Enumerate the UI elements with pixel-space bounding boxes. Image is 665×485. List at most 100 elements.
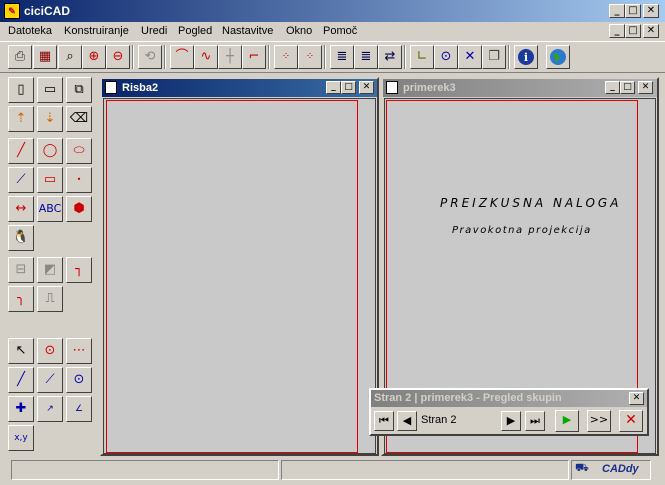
toolbar-separator	[164, 45, 166, 69]
toolbar-separator	[268, 45, 270, 69]
text-tool-icon[interactable]: ABC	[37, 196, 63, 222]
folder-up-icon[interactable]: ⇡	[8, 106, 34, 132]
menu-konstruiranje[interactable]: Konstruiranje	[64, 25, 129, 37]
minimize-button[interactable]: _	[326, 81, 341, 94]
menu-pomoc[interactable]: Pomoč	[323, 25, 357, 37]
status-bar: ⛟ CADdy	[0, 458, 665, 485]
globe-icon[interactable]	[546, 45, 570, 69]
info-icon[interactable]: i	[514, 45, 538, 69]
menu-bar: Datoteka Konstruiranje Uredi Pogled Nast…	[0, 22, 665, 41]
maximize-button[interactable]: □	[625, 4, 641, 18]
document-icon	[386, 81, 398, 94]
window-title-bar[interactable]: Risba2 _ □ ✕	[102, 79, 377, 97]
close-button[interactable]: ✕	[359, 81, 374, 94]
circle-snap-icon[interactable]: ⊙	[66, 367, 92, 393]
hatch-tool-icon[interactable]: ⬢	[66, 196, 92, 222]
polar-icon[interactable]: ∠	[66, 396, 92, 422]
ellipse-tool-icon[interactable]: ⬭	[66, 138, 92, 164]
dimension-tool-icon[interactable]: ↔	[8, 196, 34, 222]
copy-view-icon[interactable]: ❐	[482, 45, 506, 69]
menu-okno[interactable]: Okno	[286, 25, 312, 37]
close-x-icon[interactable]: ✕	[619, 410, 643, 432]
circle-tool-icon[interactable]: ◯	[37, 138, 63, 164]
menu-pogled[interactable]: Pogled	[178, 25, 212, 37]
intersection-icon[interactable]: ✚	[8, 396, 34, 422]
main-toolbar: ⎙ ▦ ⌕ ⊕ ⊖ ⟲ ⌒ ∿ ┼ ⌐ ⁘ ⁘ ≣ ≣ ⇄ ∟ ⊙ ✕ ❐ i	[0, 41, 665, 73]
open-window-icon[interactable]: ▭	[37, 77, 63, 103]
ortho-icon[interactable]: ∟	[410, 45, 434, 69]
fillet-icon[interactable]: ╮	[8, 286, 34, 312]
layer-icon[interactable]: ≣	[330, 45, 354, 69]
mdi-restore-button[interactable]: □	[625, 24, 641, 38]
point-query-icon[interactable]: ⁘	[298, 45, 322, 69]
print-preview-icon[interactable]: ⎙	[8, 45, 32, 69]
layer-swap-icon[interactable]: ⇄	[378, 45, 402, 69]
grid-icon[interactable]: ┼	[218, 45, 242, 69]
cross-snap-icon[interactable]: ✕	[458, 45, 482, 69]
maximize-button[interactable]: □	[620, 81, 635, 94]
drawing-canvas[interactable]	[103, 98, 376, 454]
point-grid-icon[interactable]: ⁘	[274, 45, 298, 69]
app-icon[interactable]: ✎	[4, 3, 20, 19]
current-page-field[interactable]: Stran 2	[421, 414, 456, 426]
coordinate-icon[interactable]: x,y	[8, 425, 34, 451]
mdi-close-button[interactable]: ✕	[643, 24, 659, 38]
relative-xy-icon[interactable]: ↗	[37, 396, 63, 422]
caddy-logo-icon: ⛟	[575, 461, 589, 474]
new-file-icon[interactable]: ▯	[8, 77, 34, 103]
zoom-out-icon[interactable]: ⊖	[106, 45, 130, 69]
point-tool-icon[interactable]: •	[66, 167, 92, 193]
toolbar-separator	[132, 45, 134, 69]
menu-uredi[interactable]: Uredi	[141, 25, 167, 37]
minimize-button[interactable]: _	[609, 4, 625, 18]
zoom-window-icon[interactable]: ⌕	[58, 45, 82, 69]
menu-datoteka[interactable]: Datoteka	[8, 25, 52, 37]
svg-text:i: i	[524, 51, 528, 64]
transform-icon[interactable]: ⊟	[8, 257, 34, 283]
next-page-button[interactable]: ▶	[501, 411, 521, 431]
polyline-icon[interactable]: ∿	[194, 45, 218, 69]
corner-icon[interactable]: ┐	[66, 257, 92, 283]
break-icon[interactable]: ⎍	[37, 286, 63, 312]
maximize-button[interactable]: □	[341, 81, 356, 94]
app-title: ciciCAD	[24, 4, 71, 18]
eraser-icon[interactable]: ⌫	[66, 106, 92, 132]
select-arrow-icon[interactable]: ↖	[8, 338, 34, 364]
mdi-minimize-button[interactable]: _	[609, 24, 625, 38]
first-page-button[interactable]: ⏮	[374, 411, 394, 431]
snap-icon[interactable]: ⟲	[138, 45, 162, 69]
previous-page-button[interactable]: ◀	[397, 411, 417, 431]
dimension-line-icon[interactable]: ⟋	[8, 167, 34, 193]
line-tool-icon[interactable]: ╱	[8, 138, 34, 164]
calculator-icon[interactable]: ▦	[33, 45, 57, 69]
midpoint-icon[interactable]: ⟋	[37, 367, 63, 393]
step-icon[interactable]: ⌐	[242, 45, 266, 69]
status-panel-2	[281, 460, 569, 480]
divide-points-icon[interactable]: ⋯	[66, 338, 92, 364]
window-title-bar[interactable]: primerek3 _ □ ✕	[383, 79, 657, 97]
window-title: primerek3	[403, 82, 456, 94]
fill-icon[interactable]: ◩	[37, 257, 63, 283]
next-group-button[interactable]: >>	[587, 410, 611, 432]
folder-down-icon[interactable]: ⇣	[37, 106, 63, 132]
play-icon[interactable]: ▶	[555, 410, 579, 432]
close-button[interactable]: ✕	[629, 392, 644, 405]
penguin-icon[interactable]: 🐧	[8, 225, 34, 251]
rectangle-tool-icon[interactable]: ▭	[37, 167, 63, 193]
layer-query-icon[interactable]: ≣	[354, 45, 378, 69]
close-button[interactable]: ✕	[638, 81, 653, 94]
minimize-button[interactable]: _	[605, 81, 620, 94]
drawing-frame	[106, 100, 358, 453]
arc-icon[interactable]: ⌒	[170, 45, 194, 69]
zoom-in-icon[interactable]: ⊕	[82, 45, 106, 69]
line-snap-icon[interactable]: ╱	[8, 367, 34, 393]
close-button[interactable]: ✕	[643, 4, 659, 18]
app-title-bar: ✎ ciciCAD _ □ ✕	[0, 0, 665, 22]
copy-page-icon[interactable]: ⧉	[66, 77, 92, 103]
window-title: Risba2	[122, 82, 159, 94]
center-point-icon[interactable]: ⊙	[37, 338, 63, 364]
menu-nastavitve[interactable]: Nastavitve	[222, 25, 273, 37]
circle-target-icon[interactable]: ⊙	[434, 45, 458, 69]
palette-title-bar[interactable]: Stran 2 | primerek3 - Pregled skupin ✕	[371, 390, 647, 407]
last-page-button[interactable]: ⏭	[525, 411, 545, 431]
